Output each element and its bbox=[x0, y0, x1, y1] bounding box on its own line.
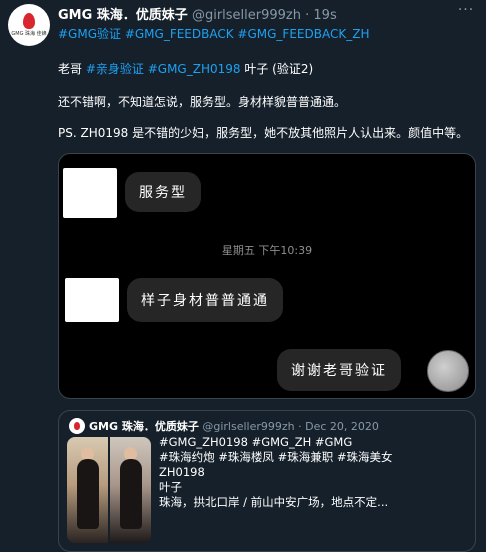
line1-hashtags[interactable]: #亲身验证 #GMG_ZH0198 bbox=[86, 62, 241, 76]
more-icon[interactable]: ··· bbox=[456, 2, 476, 18]
line1-suffix: 叶子 (验证2) bbox=[244, 62, 314, 76]
quote-photo-2 bbox=[110, 437, 151, 543]
tweet-time[interactable]: · 19s bbox=[305, 8, 337, 23]
photo-figure bbox=[77, 459, 99, 529]
quote-date: · Dec 20, 2020 bbox=[298, 420, 379, 433]
author-avatar[interactable]: GMG 珠海 佳蜂 bbox=[8, 4, 50, 46]
quote-header: GMG 珠海．优质妹子 @girlseller999zh · Dec 20, 2… bbox=[89, 418, 379, 434]
quote-photo-1 bbox=[67, 437, 108, 543]
chat-bubble-3: 谢谢老哥验证 bbox=[277, 349, 401, 391]
tweet[interactable]: GMG 珠海 佳蜂 GMG 珠海．优质妹子 @girlseller999zh ·… bbox=[0, 0, 486, 552]
hashtag-line[interactable]: #GMG验证 #GMG_FEEDBACK #GMG_FEEDBACK_ZH bbox=[58, 25, 369, 42]
chat-screenshot-image[interactable]: 服务型 星期五 下午10:39 样子身材普普通通 谢谢老哥验证 bbox=[58, 153, 476, 399]
quote-line-3: ZH0198 bbox=[159, 465, 205, 479]
quote-line-5: 珠海，拱北口岸 / 前山中安广场，地点不定... bbox=[159, 495, 389, 509]
tweet-line-2: 还不错啊，不知道怎说，服务型。身材样貌普普通通。 bbox=[58, 95, 347, 109]
flame-logo-icon bbox=[23, 13, 35, 29]
author-handle[interactable]: @girlseller999zh bbox=[192, 8, 301, 23]
quote-line-1: #GMG_ZH0198 #GMG_ZH #GMG bbox=[159, 435, 353, 449]
quote-flame-icon bbox=[74, 422, 80, 430]
redacted-avatar-1 bbox=[63, 168, 117, 218]
quote-author-handle: @girlseller999zh bbox=[202, 420, 295, 433]
user-avatar bbox=[427, 350, 469, 392]
quote-line-2: #珠海约炮 #珠海楼凤 #珠海兼职 #珠海美女 bbox=[159, 450, 393, 464]
author-name[interactable]: GMG 珠海．优质妹子 bbox=[58, 8, 188, 23]
quote-avatar bbox=[69, 418, 85, 434]
redacted-avatar-2 bbox=[65, 278, 119, 322]
chat-timestamp: 星期五 下午10:39 bbox=[221, 244, 313, 257]
tweet-header: GMG 珠海．优质妹子 @girlseller999zh · 19s bbox=[58, 4, 337, 23]
quote-thumbnail bbox=[67, 437, 151, 543]
quote-author-name: GMG 珠海．优质妹子 bbox=[89, 420, 199, 433]
avatar-text: GMG 珠海 佳蜂 bbox=[11, 31, 47, 37]
chat-bubble-1: 服务型 bbox=[125, 172, 201, 212]
quote-text: #GMG_ZH0198 #GMG_ZH #GMG #珠海约炮 #珠海楼凤 #珠海… bbox=[159, 435, 393, 510]
tweet-line-3: PS. ZH0198 是不错的少妇，服务型，她不放其他照片人认出来。颜值中等。 bbox=[58, 126, 469, 140]
photo-figure bbox=[120, 459, 142, 529]
chat-bubble-2: 样子身材普普通通 bbox=[127, 278, 283, 322]
line1-prefix: 老哥 bbox=[58, 62, 83, 76]
quote-line-4: 叶子 bbox=[159, 480, 182, 494]
quoted-tweet[interactable]: GMG 珠海．优质妹子 @girlseller999zh · Dec 20, 2… bbox=[58, 410, 476, 552]
tweet-line-1: 老哥 #亲身验证 #GMG_ZH0198 叶子 (验证2) bbox=[58, 60, 313, 77]
